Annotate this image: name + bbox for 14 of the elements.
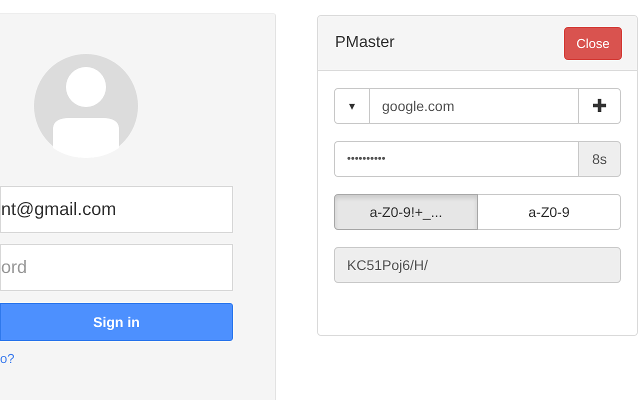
master-password-field[interactable]: •••••••••• — [334, 141, 578, 177]
avatar-icon — [34, 54, 138, 158]
generated-password-field[interactable]: KC51Poj6/H/ — [334, 247, 621, 283]
close-button[interactable]: Close — [564, 26, 622, 60]
dropdown-button[interactable]: ▾ — [334, 88, 370, 124]
charset-toggle[interactable]: a-Z0-9!+_... — [334, 194, 478, 230]
timer-label: 8s — [578, 141, 621, 177]
help-link[interactable]: o? — [0, 351, 14, 366]
site-field[interactable]: google.com — [370, 88, 578, 124]
email-field[interactable]: nt@gmail.com — [0, 186, 233, 233]
charset-toggle[interactable]: a-Z0-9 — [478, 194, 621, 230]
add-button[interactable]: ✚ — [578, 88, 621, 124]
password-field[interactable]: ord — [0, 244, 233, 291]
panel-title: PMaster — [335, 34, 395, 52]
